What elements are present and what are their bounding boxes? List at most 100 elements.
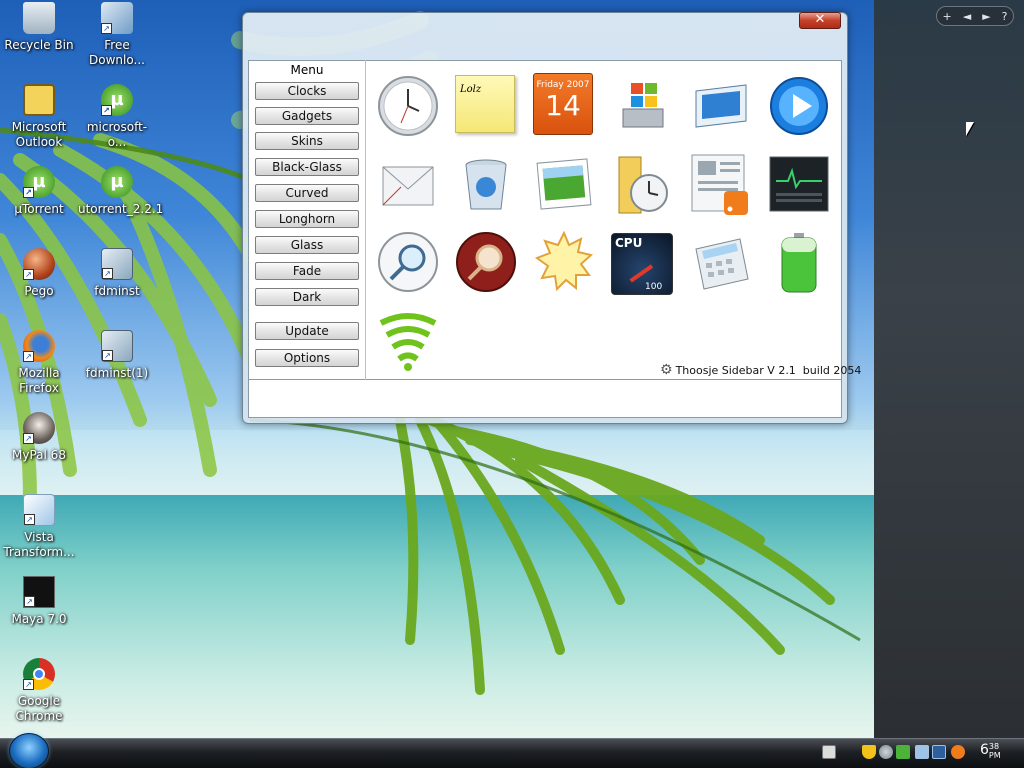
- cpu-meter-gadget[interactable]: CPU 100: [611, 233, 673, 295]
- search-gadget[interactable]: [377, 231, 439, 293]
- search-tray-icon[interactable]: [951, 745, 965, 759]
- calculator-gadget[interactable]: [690, 231, 752, 293]
- pego-icon: ↗: [23, 248, 55, 280]
- recycle-bin-gadget[interactable]: [455, 153, 517, 215]
- desktop-icon-utorrent-2-2-1[interactable]: µ utorrent_2.2.1: [78, 166, 163, 217]
- mouse-cursor: [966, 122, 974, 136]
- screen-icon: [695, 84, 747, 128]
- desktop-icon-fdminst-1[interactable]: ↗ fdminst(1): [78, 330, 156, 381]
- network-icon[interactable]: [915, 745, 929, 759]
- menu-longhorn-button[interactable]: Longhorn: [255, 210, 359, 228]
- calendar-icon: Friday 2007 14: [533, 73, 593, 135]
- envelope-icon: [382, 166, 434, 206]
- keyboard-icon[interactable]: [822, 745, 836, 759]
- help-button[interactable]: ?: [1002, 10, 1008, 23]
- menu-clocks-button[interactable]: Clocks: [255, 82, 359, 100]
- desktop-icon-free-download[interactable]: ↗ Free Downlo...: [78, 2, 156, 68]
- desktop-icon-maya[interactable]: ↗ Maya 7.0: [0, 576, 78, 627]
- next-button[interactable]: ►: [982, 10, 990, 23]
- news-feed-gadget[interactable]: [690, 153, 752, 215]
- starburst-icon: [534, 230, 594, 292]
- sidebar-pane-controls: + ◄ ► ?: [936, 6, 1014, 26]
- desktop-icon-label: utorrent_2.2.1: [78, 202, 164, 216]
- vista-transform-icon: ↗: [23, 494, 55, 526]
- gear-icon: ⚙: [660, 362, 673, 378]
- shield-icon[interactable]: [862, 745, 876, 759]
- sidebar-pane: [874, 0, 1024, 738]
- wifi-gadget[interactable]: [377, 309, 439, 371]
- desktop-icon-fdminst[interactable]: ↗ fdminst: [78, 248, 156, 299]
- calendar-gadget[interactable]: Friday 2007 14: [533, 73, 595, 135]
- firefox-icon: ↗: [23, 330, 55, 362]
- start-button[interactable]: [9, 733, 49, 768]
- utorrent-icon: µ ↗: [23, 166, 55, 198]
- desktop-icon-microsoft-o[interactable]: µ ↗ microsoft-o...: [78, 84, 156, 150]
- folder-clock-icon: [618, 156, 668, 214]
- notes-gadget[interactable]: Lolz: [455, 75, 517, 137]
- desktop-icon-label: Microsoft Outlook: [11, 120, 67, 149]
- windows-gadget[interactable]: [613, 75, 675, 137]
- desktop-icon-label: Recycle Bin: [4, 38, 74, 52]
- fdminst-icon: ↗: [101, 248, 133, 280]
- outlook-icon: [23, 84, 55, 116]
- gear-tray-icon[interactable]: [879, 745, 893, 759]
- chrome-icon: ↗: [23, 658, 55, 690]
- desktop-icon-label: µTorrent: [14, 202, 64, 216]
- utorrent-tray-icon[interactable]: [896, 745, 910, 759]
- magnifier-gadget[interactable]: [455, 231, 517, 293]
- search-icon: [378, 232, 438, 292]
- recycle-bin-icon: [23, 2, 55, 34]
- media-player-gadget[interactable]: [768, 75, 830, 137]
- menu-fade-button[interactable]: Fade: [255, 262, 359, 280]
- desktop-icon-microsoft-outlook[interactable]: Microsoft Outlook: [0, 84, 78, 150]
- menu-black-glass-button[interactable]: Black-Glass: [255, 158, 359, 176]
- maya-icon: ↗: [23, 576, 55, 608]
- desktop-icon-mypal[interactable]: ↗ MyPal 68: [0, 412, 78, 463]
- clock-icon: [378, 76, 438, 136]
- taskbar-clock[interactable]: 638 PM: [980, 742, 1001, 760]
- battery-gadget[interactable]: [768, 231, 830, 293]
- close-button[interactable]: ✕: [799, 12, 841, 29]
- mypal-icon: ↗: [23, 412, 55, 444]
- calendar-day: 14: [545, 89, 581, 122]
- mail-gadget[interactable]: [377, 153, 439, 215]
- clock-minute: 38: [988, 742, 1000, 751]
- slideshow-gadget[interactable]: [690, 75, 752, 137]
- menu-panel: Menu Clocks Gadgets Skins Black-Glass Cu…: [248, 60, 366, 380]
- options-button[interactable]: Options: [255, 349, 359, 367]
- photo-gadget[interactable]: [533, 153, 595, 215]
- menu-gadgets-button[interactable]: Gadgets: [255, 107, 359, 125]
- monitor-graph-icon: [769, 156, 829, 212]
- menu-curved-button[interactable]: Curved: [255, 184, 359, 202]
- desktop-icon-google-chrome[interactable]: ↗ Google Chrome: [0, 658, 78, 724]
- cpu-gauge-icon: CPU 100: [611, 233, 673, 295]
- starburst-gadget[interactable]: [533, 230, 595, 293]
- add-gadget-button[interactable]: +: [943, 10, 952, 23]
- desktop-icon-label: fdminst(1): [85, 366, 149, 380]
- clock-gadget[interactable]: [377, 75, 439, 137]
- menu-dark-button[interactable]: Dark: [255, 288, 359, 306]
- calculator-icon: [695, 238, 749, 290]
- folder-clock-gadget[interactable]: [613, 153, 675, 215]
- photo-icon: [536, 158, 592, 210]
- battery-icon: [781, 233, 817, 293]
- monitor-icon[interactable]: [932, 745, 946, 759]
- desktop-icon-pego[interactable]: ↗ Pego: [0, 248, 78, 299]
- menu-glass-button[interactable]: Glass: [255, 236, 359, 254]
- update-button[interactable]: Update: [255, 322, 359, 340]
- desktop-icon-utorrent[interactable]: µ ↗ µTorrent: [0, 166, 78, 217]
- clock-hour: 6: [980, 742, 989, 758]
- previous-button[interactable]: ◄: [963, 10, 971, 23]
- note-text: Lolz: [460, 84, 482, 95]
- desktop-icon-recycle-bin[interactable]: Recycle Bin: [0, 2, 78, 53]
- menu-skins-button[interactable]: Skins: [255, 132, 359, 150]
- network-monitor-gadget[interactable]: [768, 153, 830, 215]
- desktop-icon-vista-transform[interactable]: ↗ Vista Transform...: [0, 494, 78, 560]
- version-text: Thoosje Sidebar V 2.1 build 2054: [675, 363, 862, 377]
- sticky-note-icon: Lolz: [455, 75, 515, 133]
- free-download-icon: ↗: [101, 2, 133, 34]
- utorrent-icon: µ ↗: [101, 84, 133, 116]
- desktop-icon-mozilla-firefox[interactable]: ↗ Mozilla Firefox: [0, 330, 78, 396]
- window-bottom-strip: [248, 380, 842, 418]
- cpu-value: 100: [645, 282, 663, 292]
